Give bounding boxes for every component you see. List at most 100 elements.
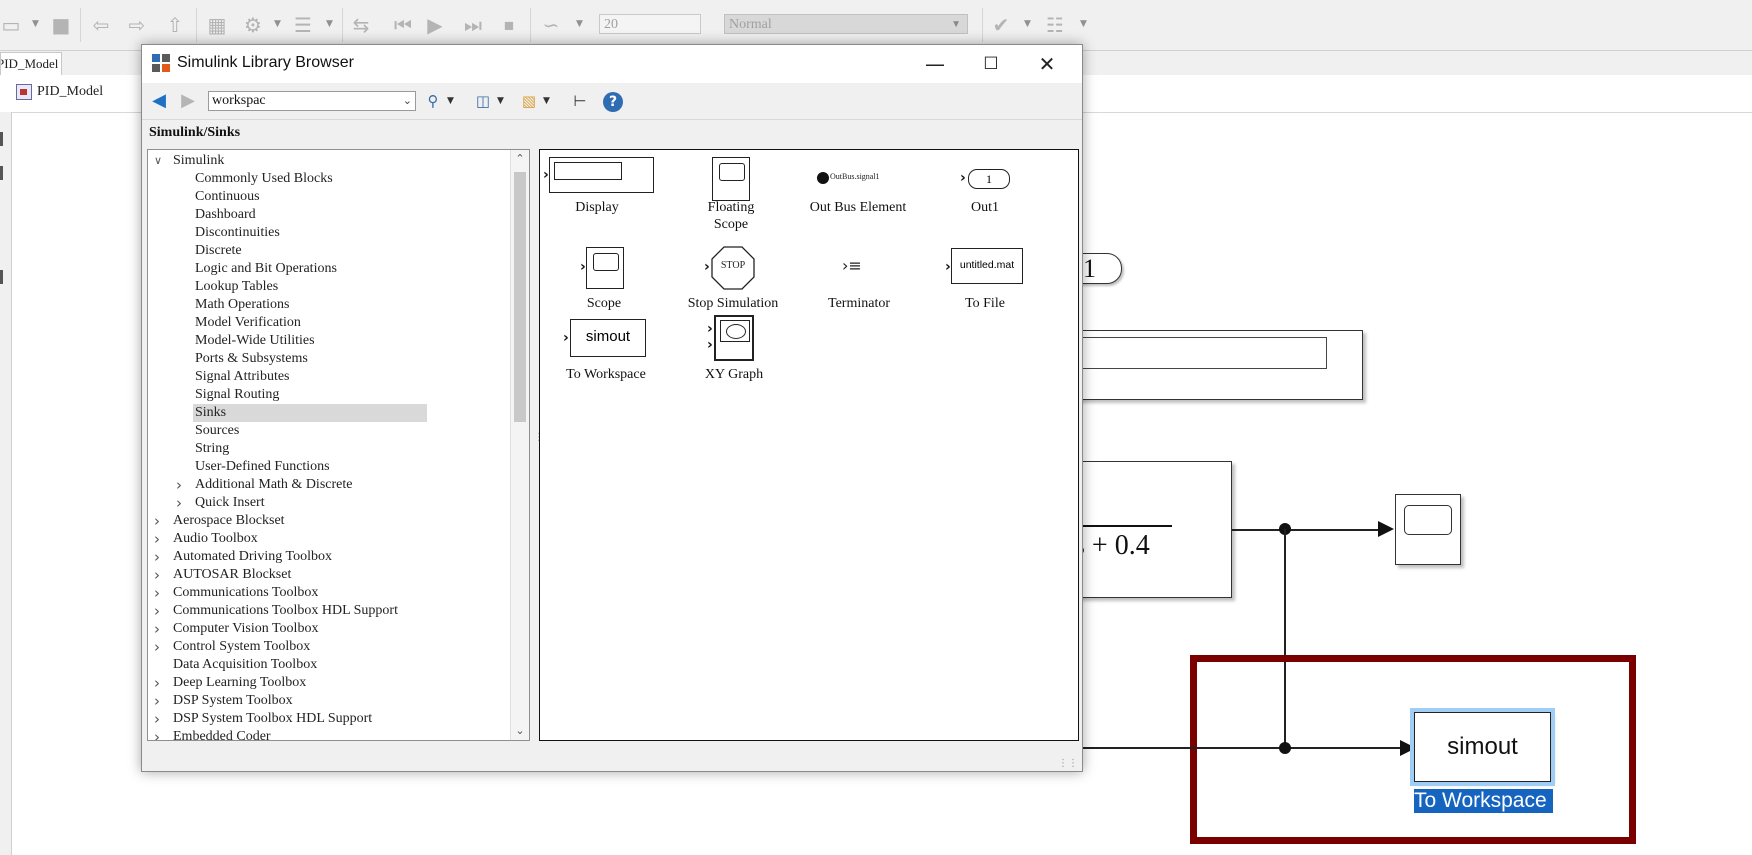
- tree-item[interactable]: Sources: [193, 422, 239, 440]
- maximize-icon[interactable]: ☐: [968, 49, 1014, 79]
- chevron-right-icon[interactable]: ›: [176, 476, 182, 494]
- chevron-down-icon[interactable]: ▼: [543, 96, 550, 106]
- tree-item[interactable]: Communications Toolbox: [171, 584, 318, 602]
- tree-item[interactable]: Dashboard: [193, 206, 256, 224]
- tree-item[interactable]: Communications Toolbox HDL Support: [171, 602, 398, 620]
- tree-item[interactable]: Discontinuities: [193, 224, 280, 242]
- chevron-down-icon[interactable]: ▼: [1080, 20, 1088, 29]
- up-arrow-icon[interactable]: ⇧: [164, 14, 186, 36]
- chevron-right-icon[interactable]: ›: [176, 494, 182, 512]
- help-icon[interactable]: ?: [603, 92, 623, 112]
- tree-item[interactable]: Discrete: [193, 242, 242, 260]
- run-icon[interactable]: ▶: [424, 14, 446, 36]
- chevron-right-icon[interactable]: ›: [154, 530, 160, 548]
- model-explorer-icon[interactable]: ☰: [292, 14, 314, 36]
- tree-item[interactable]: Ports & Subsystems: [193, 350, 308, 368]
- scroll-down-icon[interactable]: ⌄: [511, 722, 529, 740]
- tree-item[interactable]: Deep Learning Toolbox: [171, 674, 306, 692]
- tree-item[interactable]: Embedded Coder: [171, 728, 271, 740]
- close-icon[interactable]: ✕: [1024, 49, 1070, 79]
- forward-arrow-icon[interactable]: ▶: [177, 91, 199, 111]
- stop-time-input[interactable]: 20: [599, 14, 701, 34]
- tree-item[interactable]: DSP System Toolbox HDL Support: [171, 710, 372, 728]
- chevron-right-icon[interactable]: ›: [154, 674, 160, 692]
- stop-icon[interactable]: ⏹: [498, 14, 520, 36]
- tree-item[interactable]: DSP System Toolbox: [171, 692, 293, 710]
- tree-item[interactable]: Simulink: [171, 152, 224, 170]
- tree-item[interactable]: Sinks: [193, 404, 427, 422]
- block-name-label[interactable]: To Workspace: [1414, 789, 1553, 813]
- chevron-right-icon[interactable]: ›: [154, 566, 160, 584]
- save-icon[interactable]: ■: [50, 14, 72, 36]
- breadcrumb[interactable]: PID_Model: [37, 84, 103, 100]
- terminator-block-icon[interactable]: ›≡: [842, 258, 862, 274]
- to-workspace-block-icon[interactable]: simout: [570, 319, 646, 357]
- xy-graph-block-icon[interactable]: [714, 315, 754, 361]
- scroll-thumb[interactable]: [514, 172, 526, 422]
- tree-item[interactable]: Model-Wide Utilities: [193, 332, 315, 350]
- tree-item[interactable]: Quick Insert: [193, 494, 265, 512]
- tree-item[interactable]: Data Acquisition Toolbox: [171, 656, 317, 674]
- chevron-right-icon[interactable]: ›: [154, 620, 160, 638]
- pin-icon[interactable]: ⊢: [569, 91, 591, 111]
- scope-block[interactable]: [1395, 494, 1461, 565]
- chevron-right-icon[interactable]: ›: [154, 692, 160, 710]
- chevron-down-icon[interactable]: ▼: [1024, 20, 1032, 29]
- resize-grip-icon[interactable]: ⋮⋮: [1058, 759, 1078, 769]
- data-inspector-icon[interactable]: ∽: [540, 14, 562, 36]
- tree-item[interactable]: Additional Math & Discrete: [193, 476, 352, 494]
- chevron-down-icon[interactable]: ▼: [497, 96, 504, 106]
- open-folder-icon[interactable]: ▧: [518, 91, 540, 111]
- search-icon[interactable]: ⚲: [422, 91, 444, 111]
- chevron-right-icon[interactable]: ›: [154, 602, 160, 620]
- tree-item[interactable]: Automated Driving Toolbox: [171, 548, 332, 566]
- chevron-down-icon[interactable]: ⌄: [403, 92, 412, 110]
- chevron-right-icon[interactable]: ›: [154, 638, 160, 656]
- model-advisor-icon[interactable]: ✔: [990, 14, 1012, 36]
- tree-item[interactable]: Signal Attributes: [193, 368, 290, 386]
- tree-item[interactable]: Control System Toolbox: [171, 638, 310, 656]
- tree-item[interactable]: Lookup Tables: [193, 278, 278, 296]
- chevron-right-icon[interactable]: ›: [154, 710, 160, 728]
- scope-block-icon[interactable]: [586, 247, 624, 289]
- tree-item[interactable]: Logic and Bit Operations: [193, 260, 337, 278]
- minimize-icon[interactable]: —: [912, 49, 958, 79]
- tree-item[interactable]: AUTOSAR Blockset: [171, 566, 291, 584]
- to-file-block-icon[interactable]: untitled.mat: [951, 248, 1023, 284]
- chevron-right-icon[interactable]: ›: [154, 512, 160, 530]
- tree-item[interactable]: Commonly Used Blocks: [193, 170, 333, 188]
- chevron-down-icon[interactable]: ▼: [32, 20, 40, 29]
- signal-line[interactable]: [1232, 529, 1380, 531]
- tree-item[interactable]: Math Operations: [193, 296, 289, 314]
- tree-item[interactable]: Computer Vision Toolbox: [171, 620, 318, 638]
- library-browser-icon[interactable]: ▦: [206, 14, 228, 36]
- scroll-up-icon[interactable]: ⌃: [511, 150, 529, 168]
- model-tab[interactable]: PID_Model: [0, 52, 62, 75]
- out1-block-icon[interactable]: 1: [968, 169, 1010, 189]
- display-block[interactable]: [1040, 330, 1363, 400]
- tree-item[interactable]: Aerospace Blockset: [171, 512, 285, 530]
- chevron-down-icon[interactable]: ▼: [274, 20, 282, 29]
- back-arrow-icon[interactable]: ⇦: [90, 14, 112, 36]
- chevron-right-icon[interactable]: ›: [154, 728, 160, 740]
- search-input[interactable]: workspac ⌄: [208, 91, 416, 111]
- tree-item[interactable]: String: [193, 440, 229, 458]
- display-block-icon[interactable]: [549, 157, 654, 193]
- open-folder-icon[interactable]: ▭: [0, 14, 22, 36]
- signal-line[interactable]: [1083, 747, 1403, 749]
- tree-item[interactable]: User-Defined Functions: [193, 458, 330, 476]
- bus-element-port-icon[interactable]: [817, 172, 829, 184]
- forward-arrow-icon[interactable]: ⇨: [126, 14, 148, 36]
- pane-splitter[interactable]: ⋮: [534, 433, 544, 465]
- chevron-down-icon[interactable]: ∨: [154, 152, 162, 170]
- tree-item[interactable]: Signal Routing: [193, 386, 279, 404]
- chevron-right-icon[interactable]: ›: [154, 548, 160, 566]
- title-bar[interactable]: Simulink Library Browser — ☐ ✕: [142, 45, 1082, 83]
- branch-point[interactable]: [1279, 742, 1291, 754]
- chevron-down-icon[interactable]: ▼: [576, 20, 584, 29]
- chevron-right-icon[interactable]: ›: [154, 584, 160, 602]
- step-back-icon[interactable]: ⏮: [392, 14, 414, 36]
- tree-item[interactable]: Model Verification: [193, 314, 301, 332]
- back-arrow-icon[interactable]: ◀: [148, 91, 170, 111]
- step-forward-icon[interactable]: ⏭: [462, 14, 484, 36]
